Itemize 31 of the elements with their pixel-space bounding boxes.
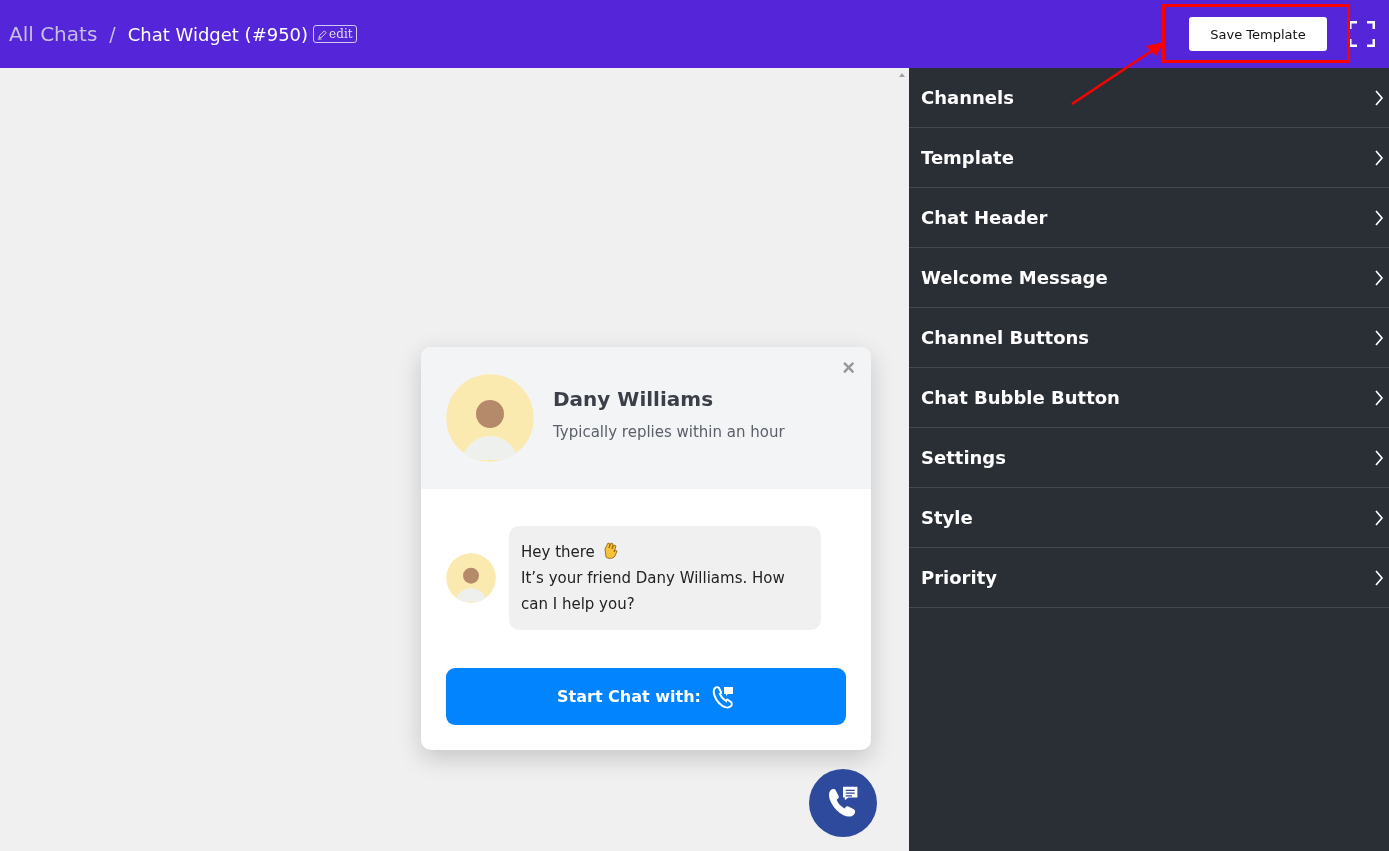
fullscreen-icon[interactable] bbox=[1349, 21, 1375, 47]
breadcrumb-link[interactable]: All Chats bbox=[9, 22, 98, 46]
sidebar-item[interactable]: Chat Header bbox=[909, 188, 1389, 248]
chevron-icon bbox=[1374, 329, 1384, 346]
message-bubble: Hey there It’s your friend Dany Williams. How can I help you? bbox=[509, 526, 821, 630]
chevron-icon bbox=[1374, 209, 1384, 226]
sidebar-item[interactable]: Chat Bubble Button bbox=[909, 368, 1389, 428]
chevron-icon bbox=[1374, 389, 1384, 406]
sidebar-item[interactable]: Channels bbox=[909, 68, 1389, 128]
chevron-icon bbox=[1374, 569, 1384, 586]
chevron-icon bbox=[1374, 89, 1384, 106]
avatar bbox=[446, 553, 496, 603]
chevron-icon bbox=[1374, 449, 1384, 466]
edit-button[interactable]: edit bbox=[313, 25, 357, 43]
start-chat-button[interactable]: Start Chat with: bbox=[446, 668, 846, 725]
chevron-icon bbox=[1374, 509, 1384, 526]
sidebar-item[interactable]: Priority bbox=[909, 548, 1389, 608]
chevron-icon bbox=[1374, 269, 1384, 286]
page-title: Chat Widget (#950) bbox=[127, 23, 309, 45]
pencil-icon bbox=[317, 28, 329, 40]
agent-name: Dany Williams bbox=[553, 387, 715, 411]
sidebar-item[interactable]: Settings bbox=[909, 428, 1389, 488]
phone-chat-icon bbox=[710, 684, 735, 709]
sidebar-item[interactable]: Template bbox=[909, 128, 1389, 188]
save-template-button[interactable]: Save Template bbox=[1189, 17, 1327, 51]
reply-time-text: Typically replies within an hour bbox=[553, 423, 785, 441]
sidebar-item[interactable]: Channel Buttons bbox=[909, 308, 1389, 368]
sidebar-item[interactable]: Style bbox=[909, 488, 1389, 548]
sidebar-item[interactable]: Welcome Message bbox=[909, 248, 1389, 308]
chevron-icon bbox=[1374, 149, 1384, 166]
breadcrumb-separator: / bbox=[109, 23, 116, 45]
